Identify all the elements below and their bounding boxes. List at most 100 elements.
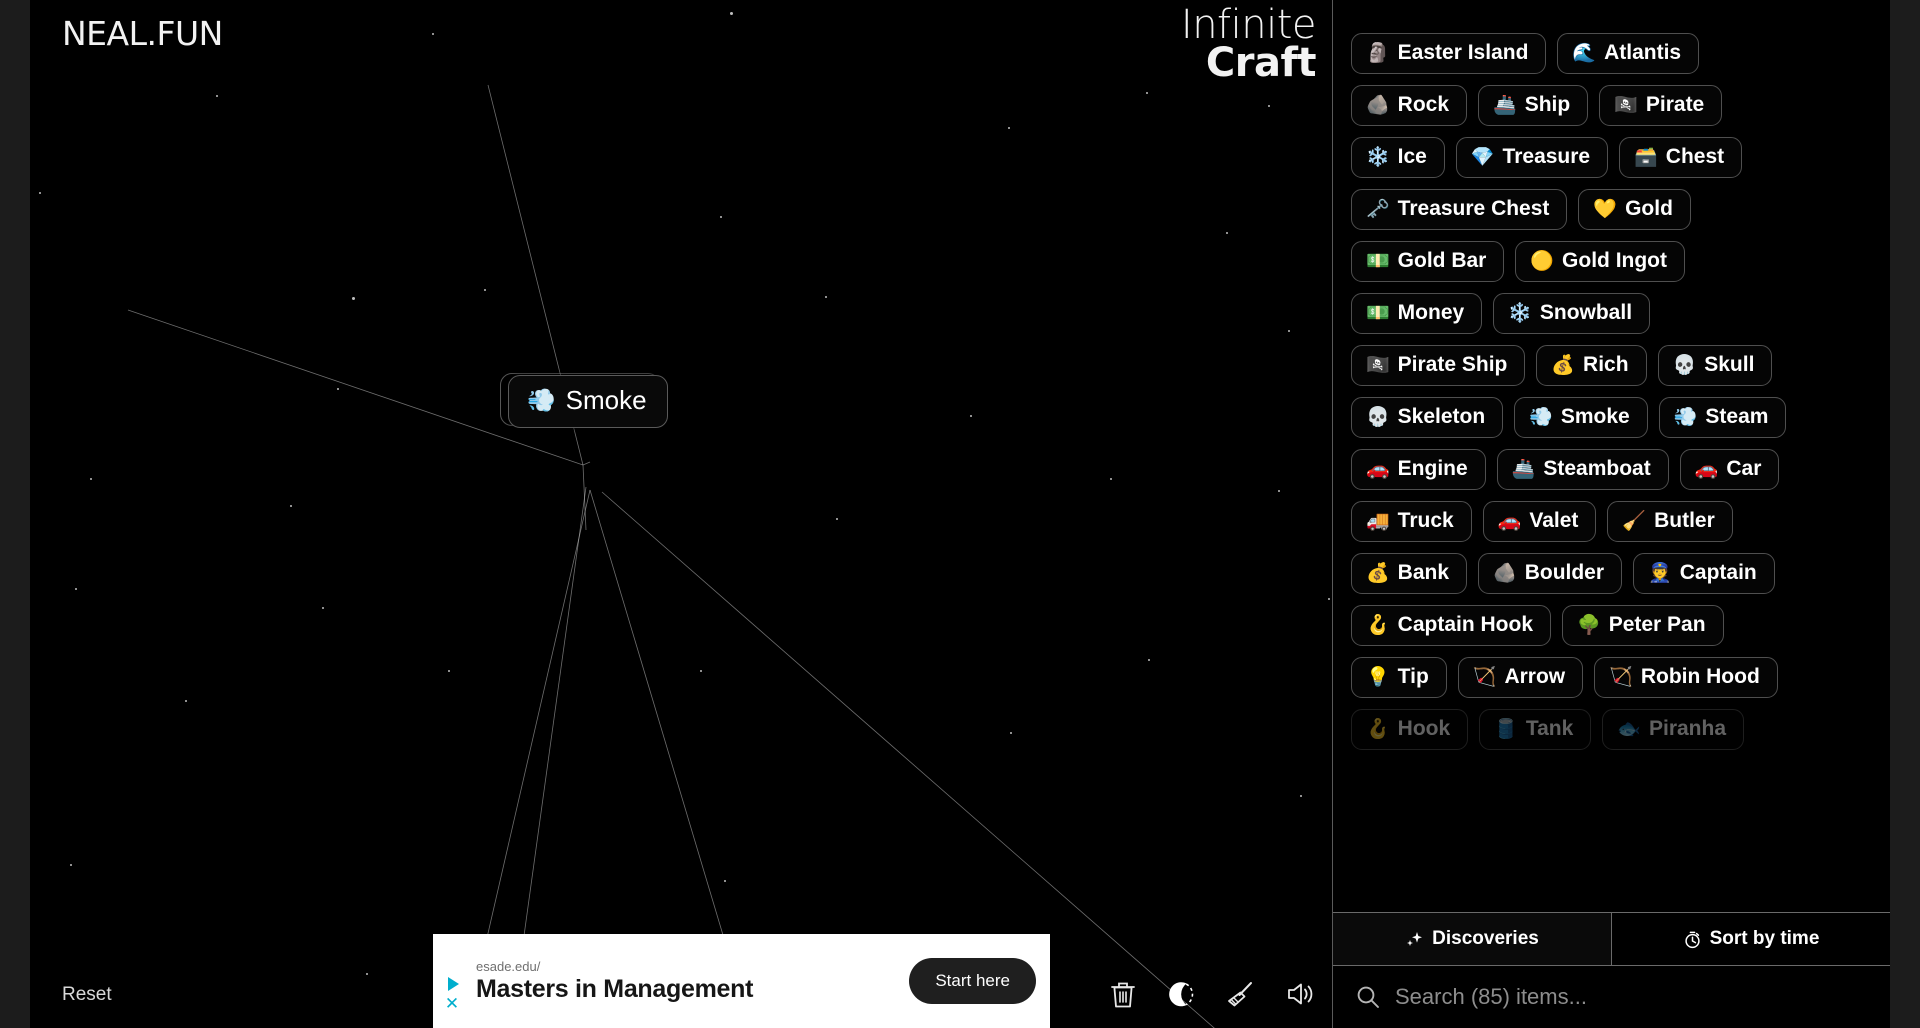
crafting-canvas[interactable]: NEAL.FUN Infinite Craft 💨 Smoke💨 Smoke Res… — [30, 0, 1332, 1028]
ad-choices-icon[interactable] — [447, 976, 459, 991]
sidebar-item-smoke[interactable]: 💨 Smoke — [1514, 397, 1648, 438]
sidebar-item-robin-hood[interactable]: 🏹 Robin Hood — [1594, 657, 1778, 698]
item-emoji-icon: 💨 — [1673, 406, 1698, 428]
item-emoji-icon: 💰 — [1366, 562, 1390, 584]
item-label: Engine — [1397, 457, 1468, 480]
sidebar-item-rich[interactable]: 💰 Rich — [1536, 345, 1647, 386]
sidebar-item-car[interactable]: 🚗 Car — [1679, 449, 1780, 490]
item-emoji-icon: 🚢 — [1493, 94, 1517, 116]
sidebar-item-chest[interactable]: 🗃️ Chest — [1619, 137, 1743, 178]
sidebar-item-easter-island[interactable]: 🗿 Easter Island — [1351, 33, 1547, 74]
ad-close-icon[interactable]: ✕ — [445, 995, 459, 1012]
broom-icon[interactable] — [1224, 978, 1256, 1010]
search-bar[interactable] — [1333, 966, 1890, 1028]
star — [1148, 659, 1150, 661]
sidebar-item-pirate-ship[interactable]: 🏴‍☠️ Pirate Ship — [1351, 345, 1526, 386]
item-emoji-icon: 👮 — [1648, 562, 1672, 584]
sidebar-item-arrow[interactable]: 🏹 Arrow — [1457, 657, 1584, 698]
app-root: NEAL.FUN Infinite Craft 💨 Smoke 💨 Smoke Res… — [0, 0, 1920, 1028]
sidebar-item-gold-bar[interactable]: 💵 Gold Bar — [1351, 241, 1505, 282]
star — [216, 95, 218, 97]
canvas-toolbar — [1108, 978, 1318, 1010]
sidebar-item-engine[interactable]: 🚗 Engine — [1351, 449, 1486, 490]
item-row: 💵 Money ❄️ Snowball — [1351, 293, 1878, 334]
sidebar-item-tip[interactable]: 💡 Tip — [1351, 657, 1447, 698]
item-row: 🪨 Rock 🚢 Ship 🏴‍☠️ Pirate — [1351, 85, 1878, 126]
search-input[interactable] — [1395, 984, 1868, 1010]
sidebar-item-ice[interactable]: ❄️ Ice — [1351, 137, 1445, 178]
sidebar-item-valet[interactable]: 🚗 Valet — [1482, 501, 1597, 542]
sidebar-item-captain[interactable]: 👮 Captain — [1633, 553, 1775, 594]
item-row: 🗿 Easter Island 🌊 Atlantis — [1351, 33, 1878, 74]
sidebar-item-atlantis[interactable]: 🌊 Atlantis — [1557, 33, 1700, 74]
neal-fun-logo[interactable]: NEAL.FUN — [62, 14, 223, 53]
search-icon — [1357, 986, 1379, 1008]
star — [1008, 127, 1010, 129]
item-label: Money — [1397, 301, 1465, 324]
sidebar-item-piranha[interactable]: 🐟 Piranha — [1602, 709, 1745, 750]
item-label: Butler — [1654, 509, 1715, 532]
sidebar-item-skeleton[interactable]: 💀 Skeleton — [1351, 397, 1504, 438]
item-row: ❄️ Ice 💎 Treasure 🗃️ Chest — [1351, 137, 1878, 178]
speaker-icon[interactable] — [1284, 978, 1318, 1010]
sidebar-item-pirate[interactable]: 🏴‍☠️ Pirate — [1599, 85, 1723, 126]
item-row: 🪝 Captain Hook 🌳 Peter Pan — [1351, 605, 1878, 646]
item-label: Rich — [1583, 353, 1629, 376]
item-emoji-icon: 💰 — [1551, 354, 1576, 376]
star — [448, 670, 450, 672]
discoveries-sidebar: 🗿 Easter Island 🌊 Atlantis 🪨 Rock 🚢 Ship 🏴‍☠️ Pir… — [1332, 0, 1890, 1028]
sidebar-item-ship[interactable]: 🚢 Ship — [1478, 85, 1589, 126]
item-label: Steamboat — [1543, 457, 1651, 480]
sidebar-item-tank[interactable]: 🛢️ Tank — [1479, 709, 1592, 750]
sidebar-item-skull[interactable]: 💀 Skull — [1657, 345, 1773, 386]
ad-banner[interactable]: ✕ esade.edu/ Masters in Management Start… — [433, 934, 1050, 1028]
item-emoji-icon: 🏴‍☠️ — [1614, 94, 1638, 116]
sparkles-icon — [1407, 931, 1423, 946]
tab-discoveries[interactable]: Discoveries — [1333, 913, 1611, 965]
sidebar-item-peter-pan[interactable]: 🌳 Peter Pan — [1562, 605, 1724, 646]
item-emoji-icon: 💵 — [1366, 250, 1390, 272]
sidebar-item-snowball[interactable]: ❄️ Snowball — [1493, 293, 1651, 334]
ad-cta-button[interactable]: Start here — [909, 958, 1036, 1004]
ad-url[interactable]: esade.edu/ — [476, 959, 909, 974]
item-label: Pirate Ship — [1397, 353, 1508, 376]
item-emoji-icon: 💀 — [1366, 406, 1390, 428]
sidebar-item-treasure[interactable]: 💎 Treasure — [1455, 137, 1609, 178]
sidebar-item-steam[interactable]: 💨 Steam — [1658, 397, 1787, 438]
sidebar-item-bank[interactable]: 💰 Bank — [1351, 553, 1468, 594]
item-row: 🚗 Engine 🚢 Steamboat 🚗 Car — [1351, 449, 1878, 490]
item-label: Hook — [1397, 717, 1451, 740]
sidebar-item-rock[interactable]: 🪨 Rock — [1351, 85, 1468, 126]
trash-icon[interactable] — [1108, 978, 1138, 1010]
item-row — [1351, 4, 1878, 22]
moon-icon[interactable] — [1166, 978, 1196, 1010]
tab-sort-by-time[interactable]: Sort by time — [1611, 913, 1890, 965]
item-row: 💀 Skeleton 💨 Smoke 💨 Steam — [1351, 397, 1878, 438]
sidebar-item-butler[interactable]: 🧹 Butler — [1607, 501, 1733, 542]
ad-controls[interactable]: ✕ — [433, 934, 471, 1028]
item-label: Tip — [1397, 665, 1429, 688]
star — [1146, 92, 1148, 94]
sidebar-item-gold-ingot[interactable]: 🟡 Gold Ingot — [1515, 241, 1686, 282]
star — [970, 415, 972, 417]
item-label: Robin Hood — [1640, 665, 1760, 688]
sidebar-item-steamboat[interactable]: 🚢 Steamboat — [1496, 449, 1669, 490]
sidebar-item-boulder[interactable]: 🪨 Boulder — [1478, 553, 1623, 594]
star — [1328, 598, 1330, 600]
sidebar-item-truck[interactable]: 🚚 Truck — [1351, 501, 1472, 542]
items-list[interactable]: 🗿 Easter Island 🌊 Atlantis 🪨 Rock 🚢 Ship 🏴‍☠️ Pir… — [1333, 0, 1890, 912]
sidebar-item-captain-hook[interactable]: 🪝 Captain Hook — [1351, 605, 1552, 646]
reset-button[interactable]: Reset — [62, 984, 112, 1006]
item-label: Steam — [1705, 405, 1769, 428]
item-label: Ship — [1524, 93, 1571, 116]
item-label: Tank — [1525, 717, 1574, 740]
canvas-element-card[interactable]: 💨 Smoke — [508, 375, 668, 428]
star — [75, 588, 77, 590]
sidebar-item-money[interactable]: 💵 Money — [1351, 293, 1483, 334]
sidebar-item-gold[interactable]: 💛 Gold — [1578, 189, 1691, 230]
star — [825, 296, 827, 298]
sidebar-item-treasure-chest[interactable]: 🗝️ Treasure Chest — [1351, 189, 1568, 230]
sidebar-item-hook[interactable]: 🪝 Hook — [1351, 709, 1469, 750]
item-row: 💰 Bank 🪨 Boulder 👮 Captain — [1351, 553, 1878, 594]
item-label: Gold Ingot — [1562, 249, 1668, 272]
